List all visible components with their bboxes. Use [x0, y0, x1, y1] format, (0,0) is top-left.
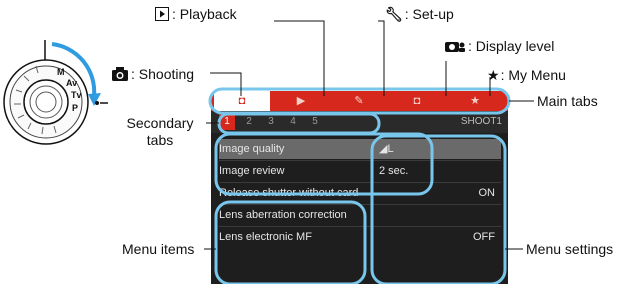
callout-menu-settings: Menu settings [526, 241, 614, 257]
callout-shooting: : Shooting [112, 66, 194, 82]
callout-setup: 🔧︎: Set-up [385, 6, 454, 22]
star-icon: ★ [487, 67, 500, 83]
callout-secondary-tabs: Secondary tabs [118, 115, 202, 148]
playback-icon [155, 7, 169, 21]
callout-shooting-label: : Shooting [131, 66, 195, 82]
display-level-icon [445, 42, 465, 52]
callout-display-level: : Display level [445, 38, 554, 54]
main-tabs-highlight [208, 87, 511, 115]
callout-display-level-label: : Display level [468, 38, 555, 54]
callout-setup-label: : Set-up [404, 6, 454, 22]
callout-main-tabs: Main tabs [537, 93, 598, 109]
callout-secondary-tabs-line2: tabs [146, 132, 174, 148]
setup-leader [378, 20, 385, 96]
wrench-icon: 🔧︎ [385, 6, 403, 22]
callout-secondary-tabs-line1: Secondary [126, 115, 194, 131]
callout-menu-items: Menu items [122, 241, 195, 257]
menu-items-highlight-lower [214, 200, 367, 284]
callout-playback-label: : Playback [172, 6, 237, 22]
secondary-tabs-highlight [217, 112, 381, 135]
callout-my-menu: ★: My Menu [487, 67, 566, 83]
callout-playback: : Playback [155, 6, 237, 22]
menu-items-highlight-upper [214, 132, 434, 196]
callout-my-menu-label: : My Menu [500, 67, 566, 83]
playback-leader [274, 20, 325, 96]
menu-settings-highlight [370, 134, 507, 284]
camera-icon [112, 67, 128, 81]
